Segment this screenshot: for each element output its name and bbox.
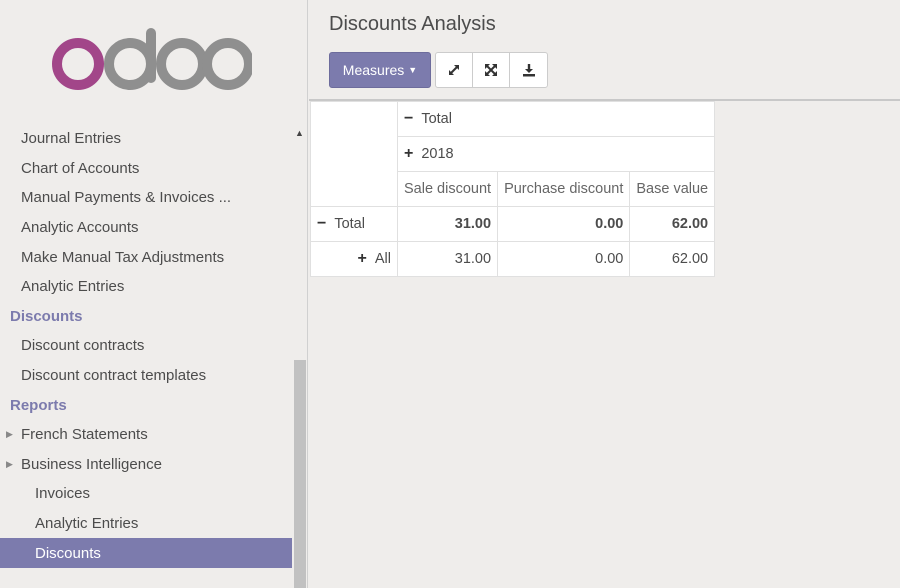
logo[interactable] (0, 0, 292, 120)
cell-purchase-discount[interactable]: 0.00 (497, 206, 631, 242)
sidebar-item-label: Manual Payments & Invoices ... (21, 189, 232, 207)
cell-base-value[interactable]: 62.00 (629, 206, 716, 242)
sidebar-item-discounts-active[interactable]: Discounts (0, 538, 292, 568)
sidebar-menu: Journal Entries Chart of Accounts Manual… (0, 124, 292, 568)
sidebar-item-business-intelligence[interactable]: ▶ Business Intelligence (0, 450, 292, 480)
cell-sale-discount[interactable]: 31.00 (396, 241, 499, 277)
caret-right-icon: ▶ (6, 429, 13, 440)
measure-header-sale-discount[interactable]: Sale discount (396, 171, 499, 207)
measure-header-purchase-discount[interactable]: Purchase discount (497, 171, 631, 207)
sidebar: Journal Entries Chart of Accounts Manual… (0, 0, 308, 588)
minus-icon: − (404, 110, 414, 127)
sidebar-item-tax-adjustments[interactable]: Make Manual Tax Adjustments (0, 242, 292, 272)
measures-label: Measures (342, 62, 405, 78)
scrollbar-thumb[interactable] (294, 360, 306, 588)
sidebar-item-label: Make Manual Tax Adjustments (21, 248, 225, 266)
col-header-2018[interactable]: +2018 (396, 136, 716, 172)
table-row: + All 31.00 0.00 62.00 (310, 241, 716, 277)
sidebar-item-french-statements[interactable]: ▶ French Statements (0, 420, 292, 450)
sidebar-item-label: Analytic Entries (21, 278, 125, 296)
cell-sale-discount[interactable]: 31.00 (396, 206, 499, 242)
row-header-label: All (374, 251, 391, 267)
section-label: Discounts (10, 307, 83, 325)
table-row: − Total 31.00 0.00 62.00 (310, 206, 716, 242)
flip-axis-icon (449, 65, 459, 75)
download-icon (522, 64, 535, 77)
scroll-up-arrow-icon[interactable]: ▲ (295, 128, 304, 138)
col-header-label: Total (421, 111, 452, 127)
row-header-label: Total (334, 216, 365, 232)
measures-button[interactable]: Measures ▼ (329, 52, 431, 88)
plus-icon: + (404, 145, 414, 162)
col-header-label: 2018 (421, 146, 454, 162)
sidebar-item-bi-analytic-entries[interactable]: Analytic Entries (0, 509, 292, 539)
main-content: Discounts Analysis Measures ▼ − Total + … (309, 0, 900, 588)
odoo-logo (52, 28, 252, 90)
sidebar-item-label: Invoices (35, 485, 91, 503)
sidebar-section-reports: Reports (0, 390, 292, 420)
sidebar-item-label: Discount contracts (21, 337, 145, 355)
expand-all-icon (485, 64, 497, 76)
sidebar-item-invoices[interactable]: Invoices (0, 479, 292, 509)
page-title: Discounts Analysis (329, 13, 496, 35)
sidebar-item-label: Analytic Entries (35, 515, 139, 533)
section-label: Reports (10, 396, 67, 414)
sidebar-item-analytic-accounts[interactable]: Analytic Accounts (0, 213, 292, 243)
sidebar-item-label: Journal Entries (21, 130, 122, 148)
caret-right-icon: ▶ (6, 458, 13, 469)
cell-purchase-discount[interactable]: 0.00 (497, 241, 631, 277)
sidebar-item-discount-contract-templates[interactable]: Discount contract templates (0, 361, 292, 391)
measure-header-base-value[interactable]: Base value (629, 171, 716, 207)
pivot-toolbar (435, 52, 548, 88)
sidebar-item-label: Discounts (35, 544, 101, 562)
sidebar-item-chart-of-accounts[interactable]: Chart of Accounts (0, 154, 292, 184)
expand-all-button[interactable] (473, 53, 510, 87)
sidebar-item-manual-payments[interactable]: Manual Payments & Invoices ... (0, 183, 292, 213)
sidebar-item-analytic-entries[interactable]: Analytic Entries (0, 272, 292, 302)
flip-axis-button[interactable] (436, 53, 473, 87)
sidebar-item-label: Analytic Accounts (21, 219, 139, 237)
sidebar-item-label: Chart of Accounts (21, 159, 140, 177)
sidebar-item-discount-contracts[interactable]: Discount contracts (0, 331, 292, 361)
pivot-corner (310, 101, 398, 207)
col-header-total[interactable]: − Total (396, 101, 716, 137)
cell-base-value[interactable]: 62.00 (629, 241, 716, 277)
plus-icon: + (357, 250, 367, 267)
sidebar-section-discounts: Discounts (0, 302, 292, 332)
sidebar-item-label: Business Intelligence (21, 455, 162, 473)
sidebar-item-label: Discount contract templates (21, 367, 207, 385)
row-header-total[interactable]: − Total (310, 206, 398, 242)
sidebar-item-journal-entries[interactable]: Journal Entries (0, 124, 292, 154)
minus-icon: − (317, 215, 327, 232)
sidebar-item-label: French Statements (21, 426, 148, 444)
caret-down-icon: ▼ (408, 65, 418, 75)
pivot-table: − Total +2018 Sale discount Purchase disc… (310, 101, 716, 277)
download-button[interactable] (510, 53, 547, 87)
row-header-all[interactable]: + All (310, 241, 398, 277)
